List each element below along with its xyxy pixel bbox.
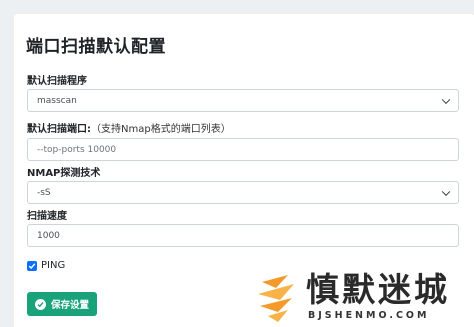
- page-title: 端口扫描默认配置: [26, 37, 166, 57]
- watermark-title: 慎默迷城: [306, 270, 450, 309]
- brand-logo-icon: [258, 275, 294, 322]
- nmap-tech-value: -sS: [37, 187, 51, 198]
- speed-value: 1000: [37, 230, 60, 241]
- chevron-down-icon: [441, 95, 451, 104]
- scanner-select[interactable]: masscan: [27, 89, 459, 112]
- ping-option: PING: [27, 260, 65, 271]
- ports-input[interactable]: [27, 138, 459, 161]
- watermark: 慎默迷城 BJSHENMO.COM: [246, 267, 474, 327]
- check-icon: [28, 262, 36, 269]
- ping-label: PING: [41, 260, 66, 271]
- speed-label: 扫描速度: [27, 211, 67, 222]
- speed-input[interactable]: 1000: [27, 224, 459, 247]
- ports-label: 默认扫描端口:（支持Nmap格式的端口列表）: [27, 120, 231, 135]
- ports-hint: （支持Nmap格式的端口列表）: [91, 124, 231, 135]
- ping-checkbox[interactable]: [27, 260, 37, 271]
- scanner-label: 默认扫描程序: [27, 76, 87, 87]
- check-circle-icon: [34, 298, 46, 310]
- save-button-label: 保存设置: [50, 300, 89, 311]
- nmap-tech-label: NMAP探测技术: [27, 168, 101, 179]
- watermark-subtitle: BJSHENMO.COM: [308, 310, 430, 321]
- ports-label-text: 默认扫描端口:: [27, 124, 91, 135]
- chevron-down-icon: [441, 187, 451, 196]
- scanner-value: masscan: [37, 95, 77, 106]
- save-settings-button[interactable]: 保存设置: [27, 292, 97, 316]
- nmap-tech-select[interactable]: -sS: [27, 181, 459, 204]
